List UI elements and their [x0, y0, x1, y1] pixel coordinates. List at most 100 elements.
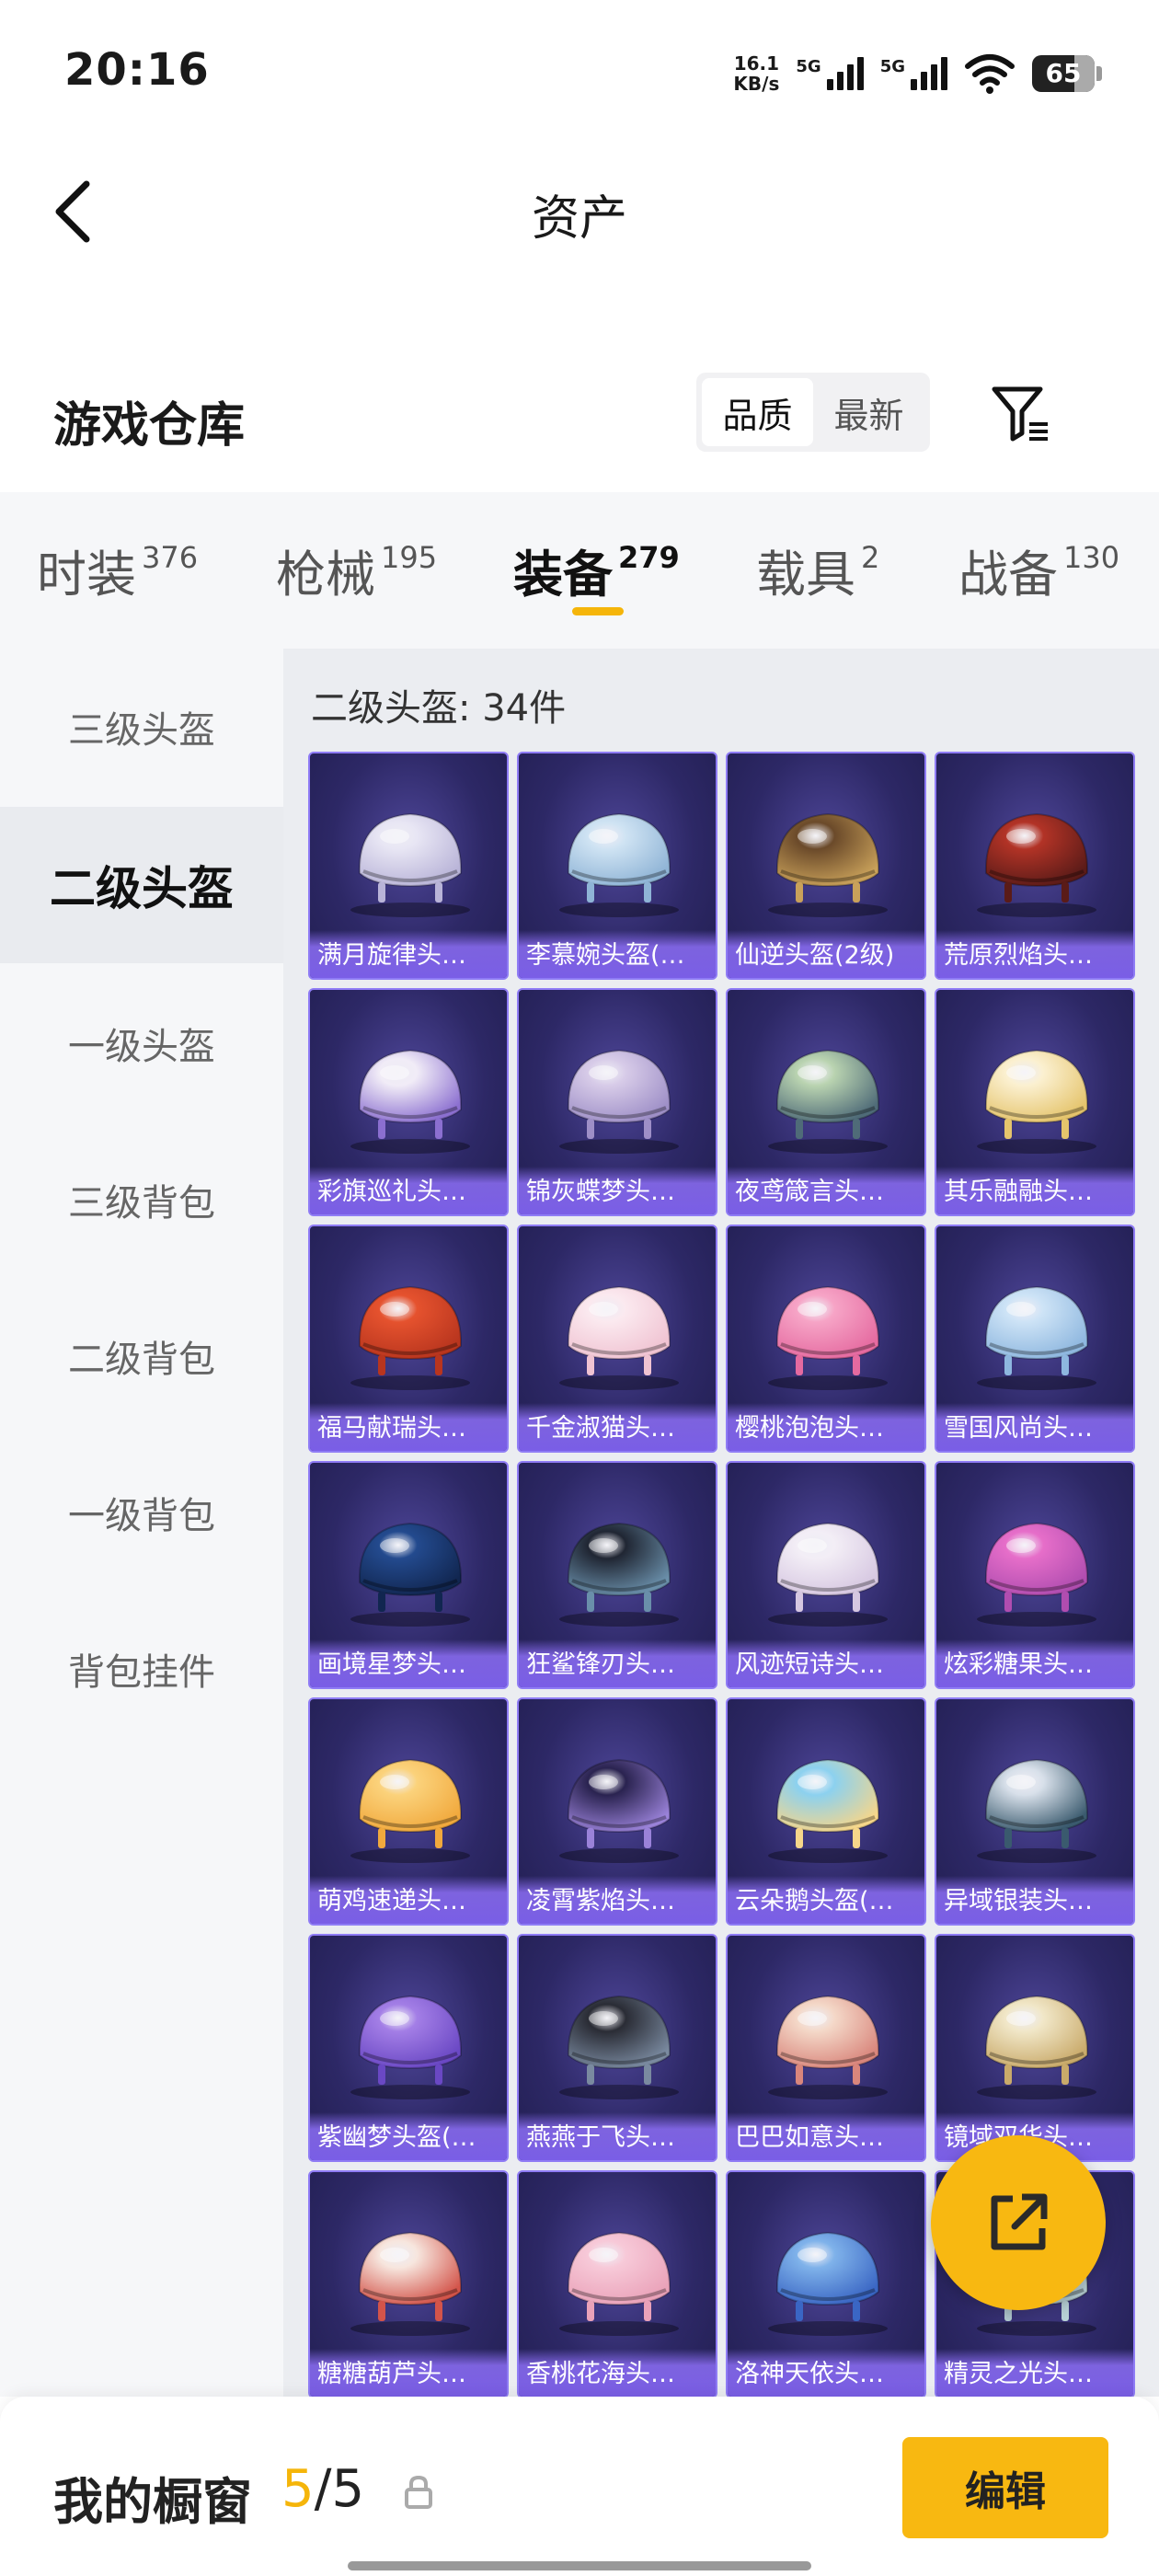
sidebar-item-level3-helmet[interactable]: 三级头盔: [0, 649, 283, 805]
item-name: 其乐融融头…: [944, 1178, 1093, 1206]
tab-active-indicator: [572, 607, 624, 615]
item-card[interactable]: 狂鲨锋刃头…: [517, 1461, 717, 1689]
item-list-panel: 二级头盔: 34件 满月旋律头… 李慕婉头盔(… 仙逆头盔(2级) 荒原烈焰头… 彩旗巡…: [283, 649, 1159, 2397]
item-card[interactable]: 云朵鹅头盔(…: [726, 1697, 926, 1926]
edit-button[interactable]: 编辑: [902, 2437, 1108, 2538]
item-name: 彩旗巡礼头…: [317, 1178, 466, 1206]
share-button[interactable]: [931, 2135, 1106, 2310]
filter-button[interactable]: [989, 382, 1053, 446]
item-card[interactable]: 其乐融融头…: [935, 988, 1135, 1216]
helmet-icon: [984, 1285, 1089, 1375]
item-card[interactable]: 燕燕于飞头…: [517, 1934, 717, 2162]
sidebar-item-level3-backpack[interactable]: 三级背包: [0, 1121, 283, 1278]
tab-label: 战备: [958, 546, 1058, 604]
helmet-icon: [567, 812, 671, 903]
showcase-count: 5/5: [281, 2459, 364, 2519]
helmet-icon: [775, 2231, 880, 2321]
sidebar-item-level1-backpack[interactable]: 一级背包: [0, 1434, 283, 1591]
category-tabs: 时装 376 枪械 195 装备 279 载具 2 战备 130: [0, 492, 1159, 649]
item-card[interactable]: 雪国风尚头…: [935, 1225, 1135, 1453]
tab-firearms[interactable]: 枪械 195: [276, 534, 437, 606]
helmet-icon: [567, 1049, 671, 1139]
helmet-icon: [358, 1758, 463, 1848]
item-name: 千金淑猫头…: [526, 1414, 675, 1443]
item-name: 燕燕于飞头…: [526, 2123, 675, 2152]
item-card[interactable]: 福马献瑞头…: [308, 1225, 509, 1453]
sidebar-item-level2-backpack[interactable]: 二级背包: [0, 1278, 283, 1434]
item-card[interactable]: 李慕婉头盔(…: [517, 752, 717, 980]
item-card[interactable]: 满月旋律头…: [308, 752, 509, 980]
item-card[interactable]: 千金淑猫头…: [517, 1225, 717, 1453]
item-card[interactable]: 紫幽梦头盔(…: [308, 1934, 509, 2162]
lock-icon: [405, 2475, 432, 2509]
item-name: 福马献瑞头…: [317, 1414, 466, 1443]
helmet-icon: [775, 1995, 880, 2085]
tab-vehicles[interactable]: 载具 2: [756, 534, 879, 606]
item-name: 雪国风尚头…: [944, 1414, 1093, 1443]
page-title: 资产: [531, 191, 627, 247]
helmet-icon: [567, 2231, 671, 2321]
item-card[interactable]: 锦灰蝶梦头…: [517, 988, 717, 1216]
item-name: 凌霄紫焰头…: [526, 1887, 675, 1915]
sort-latest-button[interactable]: 最新: [813, 378, 924, 446]
item-name: 异域银装头…: [944, 1887, 1093, 1915]
filter-icon: [992, 386, 1048, 442]
item-name: 满月旋律头…: [317, 941, 466, 970]
sidebar-item-backpack-charm[interactable]: 背包挂件: [0, 1591, 283, 1747]
item-card[interactable]: 异域银装头…: [935, 1697, 1135, 1926]
item-card[interactable]: 仙逆头盔(2级): [726, 752, 926, 980]
item-name: 锦灰蝶梦头…: [526, 1178, 675, 1206]
showcase-label: 我的橱窗: [53, 2473, 252, 2531]
item-card[interactable]: 炫彩糖果头…: [935, 1461, 1135, 1689]
helmet-icon: [358, 2231, 463, 2321]
battery-icon: 65: [1032, 55, 1102, 92]
item-card[interactable]: 香桃花海头…: [517, 2170, 717, 2397]
net-speed-value: 16.1: [733, 52, 780, 75]
tab-fashion[interactable]: 时装 376: [37, 534, 198, 606]
item-name: 精灵之光头…: [944, 2360, 1093, 2388]
tab-label: 载具: [756, 546, 855, 604]
signal-1-label: 5G: [796, 57, 821, 76]
helmet-icon: [358, 1285, 463, 1375]
item-card[interactable]: 糖糖葫芦头…: [308, 2170, 509, 2397]
item-count-label: 二级头盔: 34件: [311, 687, 567, 730]
helmet-icon: [358, 812, 463, 903]
item-card[interactable]: 凌霄紫焰头…: [517, 1697, 717, 1926]
net-speed-unit: KB/s: [733, 73, 780, 95]
item-name: 樱桃泡泡头…: [735, 1414, 884, 1443]
item-name: 风迹短诗头…: [735, 1650, 884, 1679]
item-name: 云朵鹅头盔(…: [735, 1887, 894, 1915]
item-card[interactable]: 巴巴如意头…: [726, 1934, 926, 2162]
item-card[interactable]: 萌鸡速递头…: [308, 1697, 509, 1926]
share-external-icon: [991, 2193, 1048, 2250]
tab-combat-gear[interactable]: 战备 130: [958, 534, 1119, 606]
sidebar-item-level1-helmet[interactable]: 一级头盔: [0, 965, 283, 1121]
showcase-separator: /: [314, 2459, 332, 2519]
item-card[interactable]: 风迹短诗头…: [726, 1461, 926, 1689]
helmet-icon: [984, 1995, 1089, 2085]
sort-quality-button[interactable]: 品质: [702, 378, 813, 446]
item-card[interactable]: 彩旗巡礼头…: [308, 988, 509, 1216]
item-card[interactable]: 樱桃泡泡头…: [726, 1225, 926, 1453]
helmet-icon: [775, 812, 880, 903]
sort-segmented-control: 品质 最新: [696, 373, 930, 452]
helmet-icon: [775, 1285, 880, 1375]
item-name: 狂鲨锋刃头…: [526, 1650, 675, 1679]
helmet-icon: [775, 1049, 880, 1139]
tab-equipment[interactable]: 装备 279: [513, 534, 680, 606]
item-card[interactable]: 荒原烈焰头…: [935, 752, 1135, 980]
item-card[interactable]: 画境星梦头…: [308, 1461, 509, 1689]
tab-count: 195: [381, 540, 438, 575]
helmet-icon: [984, 1049, 1089, 1139]
showcase-current: 5: [281, 2459, 315, 2519]
item-card[interactable]: 洛神天依头…: [726, 2170, 926, 2397]
sidebar-item-level2-helmet[interactable]: 二级头盔: [0, 807, 283, 963]
home-indicator: [348, 2561, 811, 2570]
item-card[interactable]: 夜鸢箴言头…: [726, 988, 926, 1216]
helmet-icon: [567, 1758, 671, 1848]
item-name: 仙逆头盔(2级): [735, 941, 895, 970]
helmet-icon: [984, 812, 1089, 903]
helmet-icon: [358, 1522, 463, 1612]
item-card[interactable]: 镜域双华头…: [935, 1934, 1135, 2162]
item-name: 炫彩糖果头…: [944, 1650, 1093, 1679]
